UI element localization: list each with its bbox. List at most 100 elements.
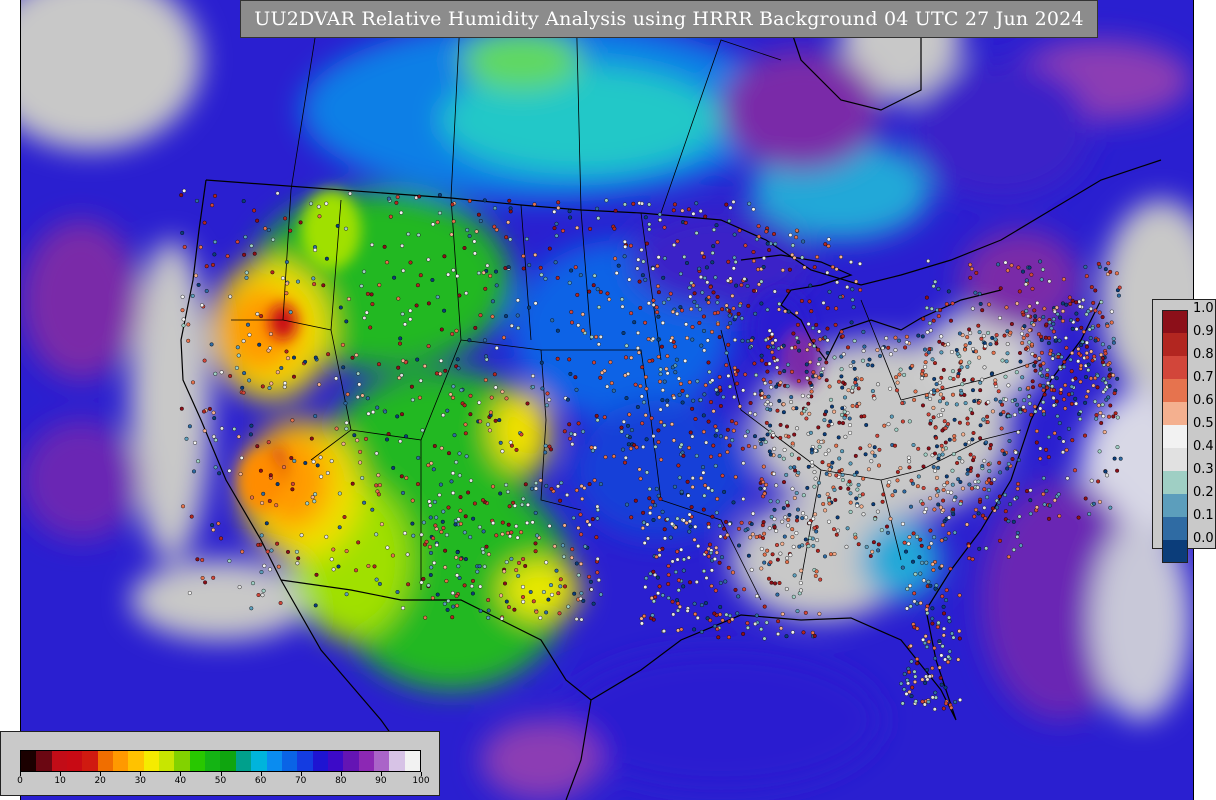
station-marker xyxy=(619,429,624,434)
station-marker xyxy=(815,254,820,259)
station-marker xyxy=(666,582,671,587)
station-marker xyxy=(576,421,581,426)
station-marker xyxy=(708,618,713,623)
station-marker xyxy=(934,382,939,387)
station-marker xyxy=(737,526,742,531)
station-marker xyxy=(818,337,823,342)
station-marker xyxy=(987,469,992,474)
station-marker xyxy=(240,549,245,554)
station-marker xyxy=(396,296,401,301)
station-marker xyxy=(1045,385,1050,390)
station-marker xyxy=(736,594,741,599)
colorbar-segment xyxy=(297,751,313,771)
station-marker xyxy=(458,556,463,561)
station-marker xyxy=(535,533,540,538)
station-marker xyxy=(752,288,757,293)
station-marker xyxy=(567,422,572,427)
station-marker xyxy=(982,458,987,463)
station-marker xyxy=(1033,360,1038,365)
station-marker xyxy=(957,456,962,461)
station-marker xyxy=(405,552,410,557)
colorbar-segment xyxy=(113,751,129,771)
station-marker xyxy=(687,519,692,524)
station-marker xyxy=(683,220,688,225)
station-marker xyxy=(525,520,530,525)
station-marker xyxy=(1063,383,1068,388)
station-marker xyxy=(965,335,970,340)
station-marker xyxy=(244,275,249,280)
colorbar-segment xyxy=(143,751,160,771)
station-marker xyxy=(598,592,603,597)
station-marker xyxy=(416,455,421,460)
station-marker xyxy=(1057,436,1062,441)
legend-swatch xyxy=(1162,517,1188,540)
station-marker xyxy=(924,295,929,300)
station-marker xyxy=(742,587,747,592)
station-marker xyxy=(885,524,890,529)
station-marker xyxy=(570,320,575,325)
station-marker xyxy=(454,594,459,599)
station-marker xyxy=(761,265,766,270)
station-marker xyxy=(921,578,926,583)
station-marker xyxy=(832,409,837,414)
colorbar-segment xyxy=(67,751,83,771)
station-marker xyxy=(812,470,817,475)
station-marker xyxy=(920,371,925,376)
station-marker xyxy=(364,436,369,441)
station-marker xyxy=(989,372,994,377)
station-marker xyxy=(736,311,741,316)
station-marker xyxy=(906,455,911,460)
station-marker xyxy=(965,471,970,476)
station-marker xyxy=(921,464,926,469)
station-marker xyxy=(690,406,695,411)
station-marker xyxy=(261,491,266,496)
station-marker xyxy=(732,232,737,237)
station-marker xyxy=(710,488,715,493)
station-marker xyxy=(647,222,652,227)
station-marker xyxy=(448,392,453,397)
station-marker xyxy=(439,529,444,534)
legend-label: 0.6 xyxy=(1193,393,1214,408)
station-marker xyxy=(1031,385,1036,390)
station-marker xyxy=(1115,445,1120,450)
station-marker xyxy=(371,410,376,415)
station-marker xyxy=(509,530,514,535)
station-marker xyxy=(818,577,823,582)
station-marker xyxy=(942,626,947,631)
station-marker xyxy=(765,241,770,246)
station-marker xyxy=(526,502,531,507)
colorbar-segment xyxy=(205,751,221,771)
station-marker xyxy=(894,375,899,380)
station-marker xyxy=(483,378,488,383)
station-marker xyxy=(827,467,832,472)
station-marker xyxy=(792,255,797,260)
station-marker xyxy=(432,444,437,449)
station-marker xyxy=(950,482,955,487)
station-marker xyxy=(344,549,349,554)
station-marker xyxy=(870,389,875,394)
station-marker xyxy=(1115,468,1120,473)
station-marker xyxy=(290,481,295,486)
station-marker xyxy=(983,344,988,349)
station-marker xyxy=(216,521,221,526)
station-marker xyxy=(726,278,731,283)
station-marker xyxy=(809,389,814,394)
station-marker xyxy=(284,291,289,296)
station-marker xyxy=(211,527,216,532)
station-marker xyxy=(912,599,917,604)
station-marker xyxy=(886,483,891,488)
station-marker xyxy=(781,456,786,461)
station-marker xyxy=(399,210,404,215)
station-marker xyxy=(655,264,660,269)
station-marker xyxy=(702,254,707,259)
station-marker xyxy=(390,553,395,558)
station-marker xyxy=(743,243,748,248)
station-marker xyxy=(636,330,641,335)
station-marker xyxy=(706,419,711,424)
station-marker xyxy=(595,418,600,423)
station-marker xyxy=(848,500,853,505)
station-marker xyxy=(274,503,279,508)
station-marker xyxy=(1000,448,1005,453)
station-marker xyxy=(314,572,319,577)
station-marker xyxy=(965,522,970,527)
